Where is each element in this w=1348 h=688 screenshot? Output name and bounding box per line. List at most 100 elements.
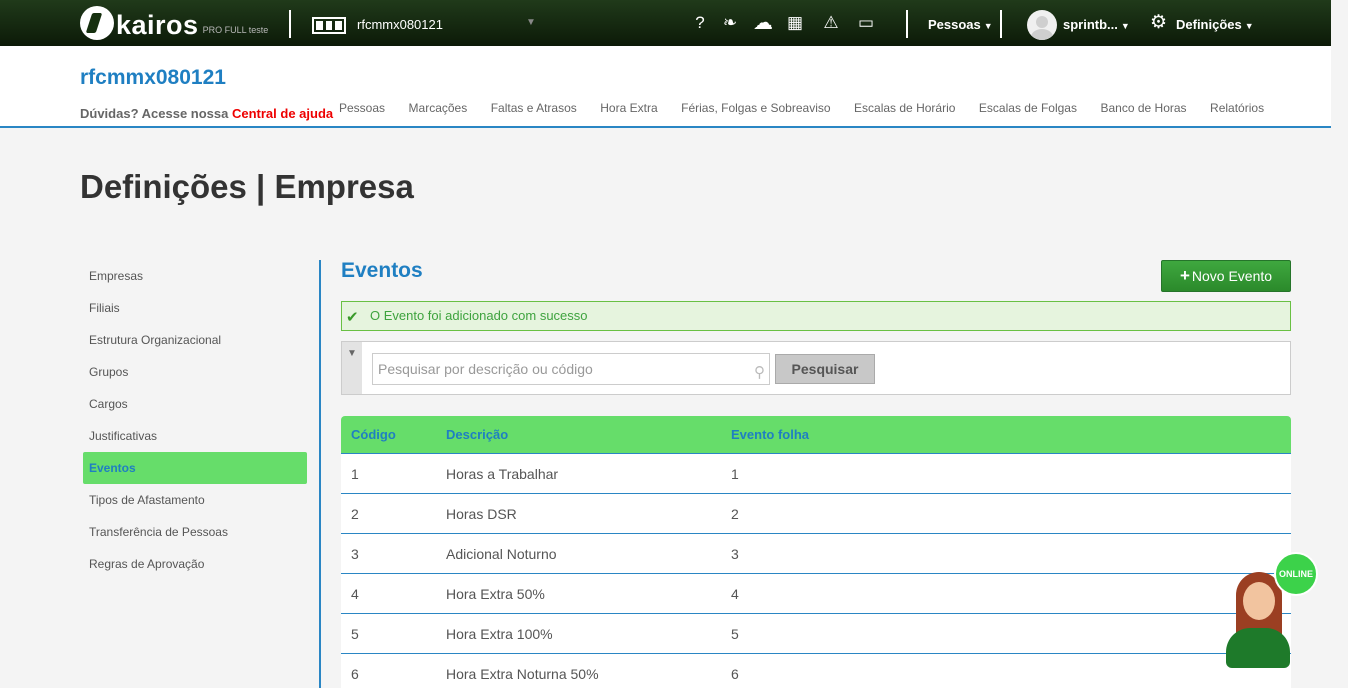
online-chat-widget[interactable]: ONLINE — [1222, 552, 1322, 668]
table-header: Código Descrição Evento folha — [341, 416, 1291, 454]
cell-descricao: Hora Extra 50% — [446, 585, 545, 602]
leaf-icon[interactable]: ❧ — [719, 13, 741, 33]
sidebar-item-estrutura[interactable]: Estrutura Organizacional — [83, 324, 307, 356]
chevron-down-icon: ▼ — [983, 21, 993, 31]
table-row[interactable]: 3 Adicional Noturno 3 — [341, 534, 1291, 574]
cell-codigo: 4 — [351, 585, 359, 602]
cell-evento-folha: 1 — [731, 465, 739, 482]
cell-codigo: 6 — [351, 665, 359, 682]
sidebar-item-regras[interactable]: Regras de Aprovação — [83, 548, 307, 580]
agent-body — [1226, 628, 1290, 668]
inbox-icon[interactable]: ▭ — [855, 13, 877, 33]
column-header-evento-folha[interactable]: Evento folha — [731, 427, 1291, 442]
cell-evento-folha: 3 — [731, 545, 739, 562]
company-title: rfcmmx080121 — [80, 66, 226, 89]
table-row[interactable]: 5 Hora Extra 100% 5 — [341, 614, 1291, 654]
user-menu[interactable]: sprintb... ▼ — [1063, 17, 1130, 32]
help-text: Dúvidas? Acesse nossa Central de ajuda — [80, 106, 333, 121]
sidebar-item-justificativas[interactable]: Justificativas — [83, 420, 307, 452]
cell-evento-folha: 2 — [731, 505, 739, 522]
nav-hora-extra[interactable]: Hora Extra — [600, 101, 657, 115]
new-event-label: Novo Evento — [1191, 268, 1273, 284]
cell-codigo: 5 — [351, 625, 359, 642]
nav-escalas-horario[interactable]: Escalas de Horário — [854, 101, 955, 115]
sidebar-item-eventos[interactable]: Eventos — [83, 452, 307, 484]
help-center-link[interactable]: Central de ajuda — [232, 106, 333, 121]
avatar[interactable] — [1027, 10, 1057, 40]
nav-pessoas[interactable]: Pessoas — [339, 101, 385, 115]
main-nav: Pessoas Marcações Faltas e Atrasos Hora … — [339, 101, 1288, 115]
cell-descricao: Horas DSR — [446, 505, 517, 522]
chevron-down-icon[interactable]: ▼ — [526, 17, 536, 28]
cloud-upload-icon[interactable]: ☁ — [752, 13, 774, 33]
top-navbar: kairos PRO FULL teste rfcmmx080121 ▼ ? ❧… — [0, 0, 1331, 46]
sidebar-item-empresas[interactable]: Empresas — [83, 260, 307, 292]
pessoas-menu-label: Pessoas — [928, 17, 981, 32]
search-input[interactable]: Pesquisar por descrição ou código ⚲ — [372, 353, 770, 385]
nav-faltas-atrasos[interactable]: Faltas e Atrasos — [491, 101, 577, 115]
definicoes-menu-label: Definições — [1176, 17, 1242, 32]
nav-marcacoes[interactable]: Marcações — [409, 101, 468, 115]
cell-descricao: Hora Extra Noturna 50% — [446, 665, 599, 682]
company-building-icon — [312, 17, 346, 34]
check-icon: ✔ — [346, 309, 359, 326]
column-header-codigo[interactable]: Código — [341, 427, 446, 442]
logo-mark-icon — [80, 6, 114, 40]
success-message: O Evento foi adicionado com sucesso — [370, 308, 588, 323]
search-icon: ⚲ — [754, 364, 765, 381]
search-placeholder: Pesquisar por descrição ou código — [378, 361, 593, 377]
gear-icon[interactable]: ⚙ — [1150, 13, 1167, 33]
filter-panel: ▼ Pesquisar por descrição ou código ⚲ Pe… — [341, 341, 1291, 395]
section-title: Eventos — [341, 259, 423, 282]
warning-icon[interactable]: ⚠ — [820, 13, 842, 33]
user-menu-label: sprintb... — [1063, 17, 1118, 32]
chevron-down-icon: ▼ — [1120, 21, 1130, 31]
kairos-logo[interactable]: kairos PRO FULL teste — [80, 6, 268, 40]
cell-evento-folha: 5 — [731, 625, 739, 642]
page-header: rfcmmx080121 Dúvidas? Acesse nossa Centr… — [0, 46, 1331, 128]
table-row[interactable]: 1 Horas a Trabalhar 1 — [341, 454, 1291, 494]
sidebar-item-grupos[interactable]: Grupos — [83, 356, 307, 388]
logo-text: kairos — [116, 10, 199, 40]
cell-codigo: 2 — [351, 505, 359, 522]
column-header-descricao[interactable]: Descrição — [446, 427, 731, 442]
divider — [906, 10, 908, 38]
success-alert: ✔ O Evento foi adicionado com sucesso — [341, 301, 1291, 331]
cell-evento-folha: 4 — [731, 585, 739, 602]
cell-descricao: Horas a Trabalhar — [446, 465, 559, 482]
agent-face — [1243, 582, 1275, 620]
pessoas-menu[interactable]: Pessoas ▼ — [928, 17, 993, 32]
chevron-down-icon: ▼ — [1244, 21, 1254, 31]
sidebar-item-transferencia[interactable]: Transferência de Pessoas — [83, 516, 307, 548]
table-row[interactable]: 4 Hora Extra 50% 4 — [341, 574, 1291, 614]
nav-escalas-folgas[interactable]: Escalas de Folgas — [979, 101, 1077, 115]
nav-banco-horas[interactable]: Banco de Horas — [1100, 101, 1186, 115]
definicoes-menu[interactable]: Definições ▼ — [1176, 17, 1254, 32]
table-row[interactable]: 6 Hora Extra Noturna 50% 6 — [341, 654, 1291, 688]
cell-evento-folha: 6 — [731, 665, 739, 682]
filter-icon[interactable]: ▼ — [342, 342, 362, 394]
calculator-icon[interactable]: ▦ — [784, 13, 806, 33]
events-table: Código Descrição Evento folha 1 Horas a … — [341, 416, 1291, 688]
divider — [1000, 10, 1002, 38]
cell-codigo: 3 — [351, 545, 359, 562]
cell-descricao: Hora Extra 100% — [446, 625, 553, 642]
settings-sidebar: Empresas Filiais Estrutura Organizaciona… — [83, 260, 321, 688]
search-button[interactable]: Pesquisar — [775, 354, 875, 384]
help-icon[interactable]: ? — [689, 13, 711, 33]
sidebar-item-cargos[interactable]: Cargos — [83, 388, 307, 420]
sidebar-item-afastamento[interactable]: Tipos de Afastamento — [83, 484, 307, 516]
sidebar-item-filiais[interactable]: Filiais — [83, 292, 307, 324]
help-prefix: Dúvidas? Acesse nossa — [80, 106, 232, 121]
cell-codigo: 1 — [351, 465, 359, 482]
online-badge[interactable]: ONLINE — [1274, 552, 1318, 596]
nav-ferias[interactable]: Férias, Folgas e Sobreaviso — [681, 101, 830, 115]
divider — [289, 10, 291, 38]
page-title: Definições | Empresa — [80, 168, 414, 205]
logo-subtitle: PRO FULL teste — [202, 25, 269, 35]
company-selector[interactable]: rfcmmx080121 — [357, 17, 443, 32]
plus-icon: + — [1179, 266, 1190, 285]
new-event-button[interactable]: + Novo Evento — [1161, 260, 1291, 292]
table-row[interactable]: 2 Horas DSR 2 — [341, 494, 1291, 534]
nav-relatorios[interactable]: Relatórios — [1210, 101, 1264, 115]
